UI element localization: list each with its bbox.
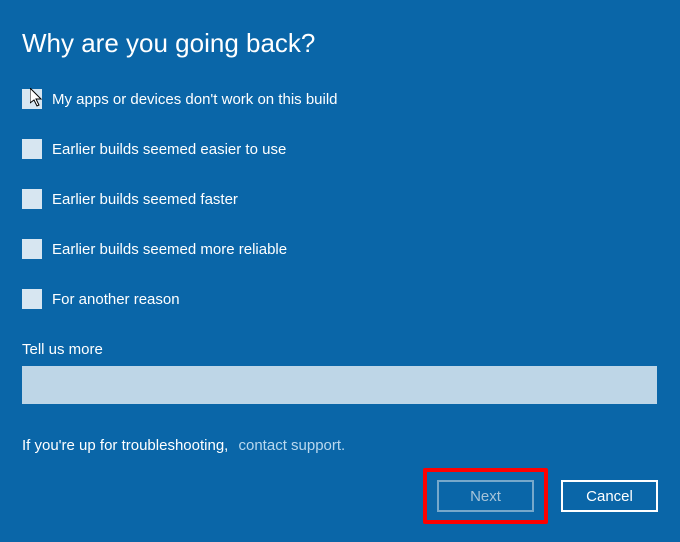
tell-more-label: Tell us more [22, 341, 658, 358]
checkbox-label: For another reason [52, 291, 180, 308]
checkbox-easier[interactable] [22, 139, 42, 159]
reason-option-apps-devices[interactable]: My apps or devices don't work on this bu… [22, 89, 658, 109]
checkbox-another[interactable] [22, 289, 42, 309]
reason-option-faster[interactable]: Earlier builds seemed faster [22, 189, 658, 209]
highlight-annotation: Next [423, 468, 548, 524]
checkbox-label: Earlier builds seemed more reliable [52, 241, 287, 258]
checkbox-reliable[interactable] [22, 239, 42, 259]
contact-support-link[interactable]: contact support. [239, 437, 346, 454]
tell-more-input[interactable] [22, 366, 657, 404]
page-title: Why are you going back? [22, 28, 658, 59]
button-row: Next Cancel [423, 468, 658, 524]
next-button[interactable]: Next [437, 480, 534, 512]
reason-option-another[interactable]: For another reason [22, 289, 658, 309]
troubleshoot-prefix: If you're up for troubleshooting, [22, 437, 228, 454]
checkbox-label: Earlier builds seemed faster [52, 191, 238, 208]
reason-option-reliable[interactable]: Earlier builds seemed more reliable [22, 239, 658, 259]
checkbox-faster[interactable] [22, 189, 42, 209]
checkbox-label: My apps or devices don't work on this bu… [52, 91, 338, 108]
checkbox-label: Earlier builds seemed easier to use [52, 141, 286, 158]
checkbox-apps-devices[interactable] [22, 89, 42, 109]
reason-option-easier[interactable]: Earlier builds seemed easier to use [22, 139, 658, 159]
reason-checkbox-list: My apps or devices don't work on this bu… [22, 89, 658, 309]
cancel-button[interactable]: Cancel [561, 480, 658, 512]
troubleshoot-text: If you're up for troubleshooting, contac… [22, 437, 658, 454]
